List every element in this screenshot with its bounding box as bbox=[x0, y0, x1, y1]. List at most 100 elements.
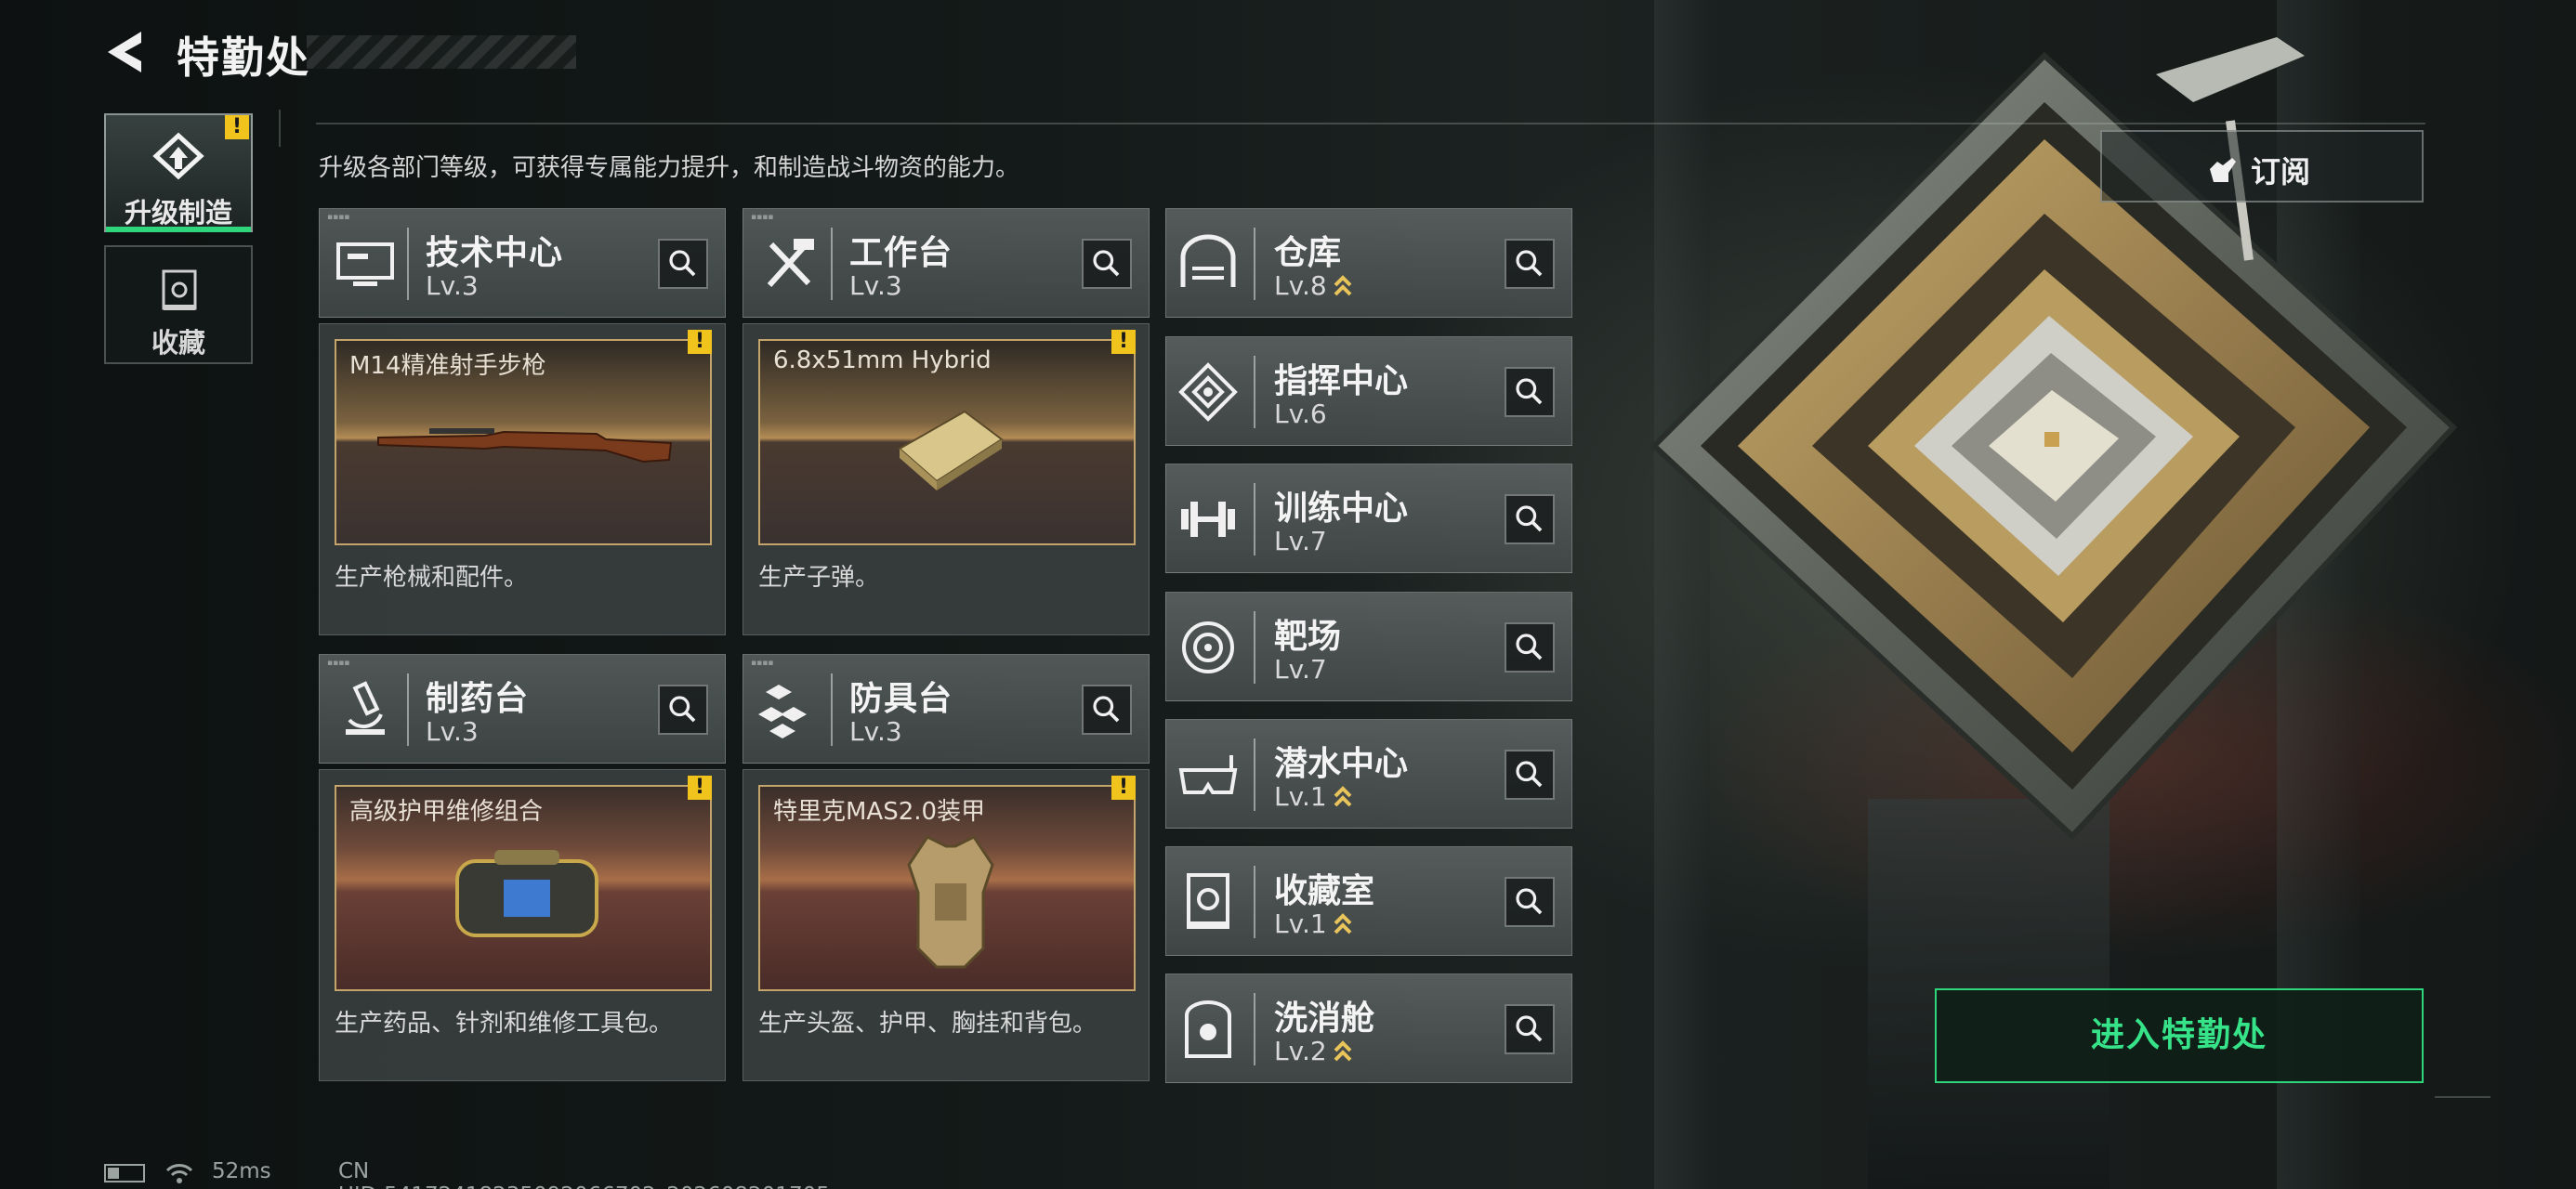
search-icon[interactable] bbox=[1505, 239, 1555, 289]
product-name: 特里克MAS2.0装甲 bbox=[773, 798, 986, 826]
production-panel-tech-center[interactable]: M14精准射手步枪 ! 生产枪械和配件。 bbox=[319, 323, 726, 635]
active-tab-indicator bbox=[106, 227, 251, 232]
upgrade-available-icon bbox=[1334, 1040, 1352, 1062]
tab-upgrade-manufacture[interactable]: 升级制造 ! bbox=[104, 113, 253, 232]
level-text: Lv.2 bbox=[1274, 1036, 1327, 1066]
search-icon[interactable] bbox=[658, 239, 708, 289]
product-description: 生产枪械和配件。 bbox=[335, 564, 529, 592]
divider bbox=[1254, 993, 1255, 1065]
divider bbox=[1254, 611, 1255, 684]
search-icon[interactable] bbox=[1505, 877, 1555, 927]
command-icon bbox=[1178, 362, 1238, 422]
search-icon[interactable] bbox=[1505, 367, 1555, 417]
product-image-frame: M14精准射手步枪 bbox=[335, 339, 712, 545]
building-level: Lv.1 bbox=[1274, 908, 1353, 939]
building-level: Lv.7 bbox=[1274, 526, 1327, 556]
search-icon[interactable] bbox=[658, 685, 708, 735]
tab-label: 收藏 bbox=[151, 327, 205, 359]
building-name: 训练中心 bbox=[1274, 490, 1409, 528]
building-card-warehouse[interactable]: 仓库 Lv.8 bbox=[1165, 208, 1572, 318]
department-name: 防具台 bbox=[849, 680, 953, 718]
search-icon[interactable] bbox=[1505, 622, 1555, 673]
upgrade-available-icon bbox=[1334, 786, 1352, 807]
department-card-workbench[interactable]: ▪▪▪▪ 工作台 Lv.3 bbox=[743, 208, 1150, 318]
department-card-pharmacy[interactable]: ▪▪▪▪ 制药台 Lv.3 bbox=[319, 654, 726, 764]
divider bbox=[407, 673, 409, 746]
building-card-collection-room[interactable]: 收藏室 Lv.1 bbox=[1165, 846, 1572, 956]
search-icon[interactable] bbox=[1505, 494, 1555, 544]
department-card-armor-bench[interactable]: ▪▪▪▪ 防具台 Lv.3 bbox=[743, 654, 1150, 764]
player-uid: CN UID:54172418235092066702_202608201705 bbox=[338, 1159, 830, 1189]
upgrade-available-icon bbox=[1334, 275, 1352, 296]
alert-badge: ! bbox=[688, 776, 712, 800]
building-level: Lv.7 bbox=[1274, 654, 1327, 685]
warehouse-icon bbox=[1180, 234, 1236, 287]
back-arrow-icon[interactable] bbox=[104, 28, 152, 76]
divider bbox=[1254, 866, 1255, 938]
card-tag: ▪▪▪▪ bbox=[327, 659, 350, 668]
search-icon[interactable] bbox=[1082, 685, 1132, 735]
divider bbox=[1254, 356, 1255, 428]
target-icon bbox=[1182, 621, 1234, 673]
enter-special-ops-button[interactable]: 进入特勤处 bbox=[1935, 988, 2424, 1083]
level-text: Lv.1 bbox=[1274, 908, 1327, 939]
subscribe-button[interactable]: 订阅 bbox=[2100, 130, 2424, 203]
divider bbox=[831, 228, 833, 300]
building-name: 收藏室 bbox=[1274, 872, 1375, 910]
microscope-icon bbox=[346, 681, 385, 735]
game-screen: 特勤处 升级制造 ! 收藏 升级各部门等级，可获得专属能力提升，和制造战斗物资的… bbox=[0, 0, 2576, 1189]
building-name: 潜水中心 bbox=[1274, 745, 1409, 783]
department-level: Lv.3 bbox=[426, 716, 479, 747]
divider bbox=[1254, 738, 1255, 811]
ping-readout: 52ms bbox=[212, 1159, 271, 1183]
alert-badge: ! bbox=[225, 115, 249, 139]
subscribe-hand-icon bbox=[2210, 158, 2236, 182]
diving-mask-icon bbox=[1178, 755, 1238, 794]
production-panel-armor-bench[interactable]: 特里克MAS2.0装甲 ! 生产头盔、护甲、胸挂和背包。 bbox=[743, 769, 1150, 1081]
production-panel-pharmacy[interactable]: 高级护甲维修组合 ! 生产药品、针剂和维修工具包。 bbox=[319, 769, 726, 1081]
card-tag: ▪▪▪▪ bbox=[751, 213, 774, 222]
battery-icon bbox=[104, 1164, 145, 1182]
page-title: 特勤处 bbox=[177, 33, 310, 83]
title-decoration bbox=[307, 35, 576, 69]
product-image-frame: 高级护甲维修组合 bbox=[335, 785, 712, 991]
tools-icon bbox=[767, 239, 814, 288]
corner-decoration bbox=[2435, 1096, 2491, 1098]
divider bbox=[1254, 228, 1255, 300]
divider bbox=[407, 228, 409, 300]
department-level: Lv.3 bbox=[426, 270, 479, 301]
cubes-icon bbox=[758, 685, 807, 738]
divider bbox=[831, 673, 833, 746]
building-name: 靶场 bbox=[1274, 618, 1342, 656]
building-card-shooting-range[interactable]: 靶场 Lv.7 bbox=[1165, 592, 1572, 701]
department-name: 制药台 bbox=[426, 680, 530, 718]
building-card-training-center[interactable]: 训练中心 Lv.7 bbox=[1165, 464, 1572, 573]
building-level: Lv.2 bbox=[1274, 1036, 1353, 1066]
building-card-command-center[interactable]: 指挥中心 Lv.6 bbox=[1165, 336, 1572, 446]
tab-collection[interactable]: 收藏 bbox=[104, 245, 253, 364]
building-card-diving-center[interactable]: 潜水中心 Lv.1 bbox=[1165, 719, 1572, 829]
decon-icon bbox=[1185, 1000, 1231, 1058]
search-icon[interactable] bbox=[1505, 750, 1555, 800]
ammo-box-image bbox=[898, 410, 1004, 490]
production-panel-workbench[interactable]: 6.8x51mm Hybrid ! 生产子弹。 bbox=[743, 323, 1150, 635]
collection-case-icon bbox=[162, 269, 197, 310]
department-name: 技术中心 bbox=[426, 234, 564, 272]
building-card-decontamination[interactable]: 洗消舱 Lv.2 bbox=[1165, 973, 1572, 1083]
search-icon[interactable] bbox=[1505, 1004, 1555, 1054]
department-card-tech-center[interactable]: ▪▪▪▪ 技术中心 Lv.3 bbox=[319, 208, 726, 318]
building-name: 指挥中心 bbox=[1274, 362, 1409, 400]
department-name: 工作台 bbox=[849, 234, 953, 272]
wifi-icon bbox=[165, 1164, 193, 1183]
header-divider bbox=[316, 123, 2425, 124]
building-name: 洗消舱 bbox=[1274, 1000, 1375, 1038]
armor-vest-image bbox=[907, 835, 994, 969]
product-image-frame: 6.8x51mm Hybrid bbox=[758, 339, 1136, 545]
product-description: 生产头盔、护甲、胸挂和背包。 bbox=[758, 1010, 1097, 1038]
building-level: Lv.8 bbox=[1274, 270, 1353, 301]
rifle-image bbox=[377, 428, 673, 464]
product-name: 高级护甲维修组合 bbox=[349, 798, 544, 826]
product-description: 生产子弹。 bbox=[758, 564, 880, 592]
search-icon[interactable] bbox=[1082, 239, 1132, 289]
level-text: Lv.8 bbox=[1274, 270, 1327, 301]
